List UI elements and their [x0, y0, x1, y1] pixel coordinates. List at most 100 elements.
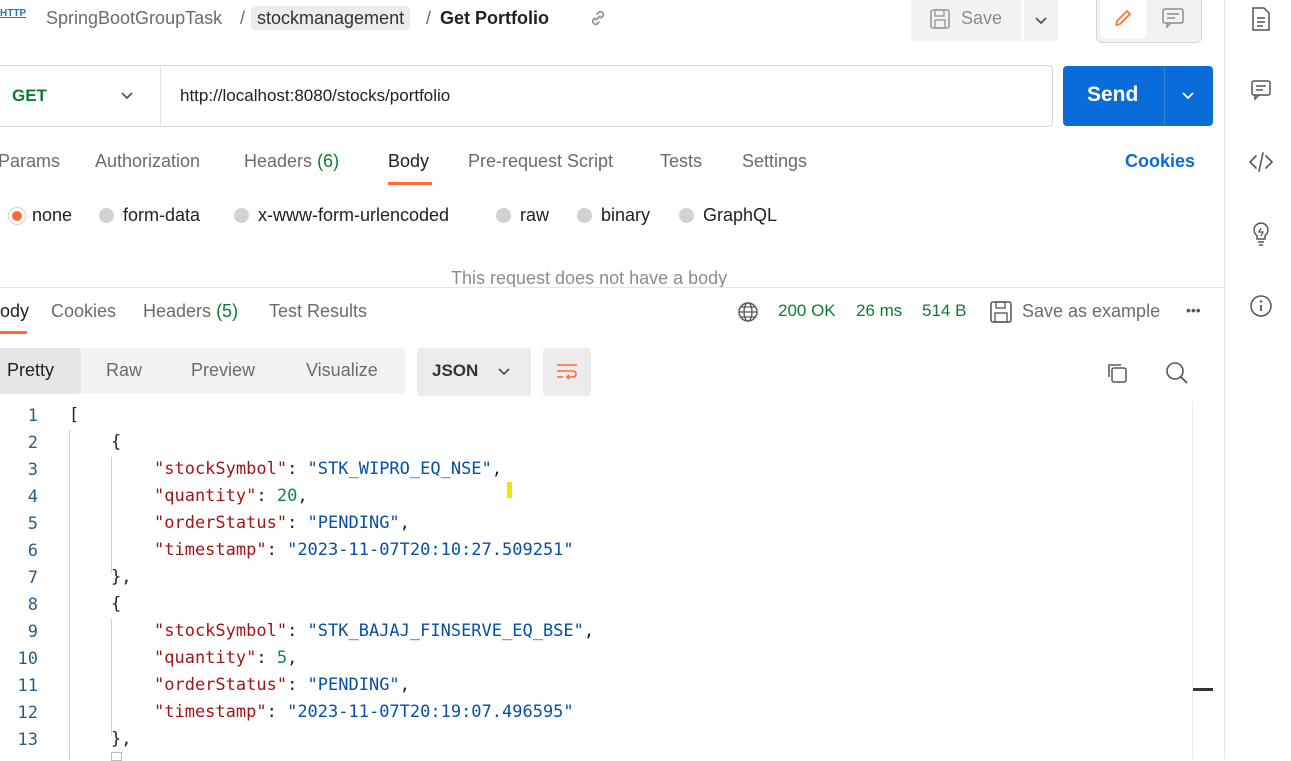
cookies-link[interactable]: Cookies: [1125, 151, 1195, 172]
json-colon: :: [266, 540, 288, 560]
view-pretty[interactable]: Pretty: [7, 360, 54, 381]
url-bar: [0, 65, 1053, 127]
radio-urlencoded[interactable]: [234, 208, 249, 223]
response-tab-headers[interactable]: Headers (5): [143, 301, 238, 322]
indent-guide: [69, 430, 70, 759]
json-comma: ,: [399, 675, 410, 695]
json-colon: :: [256, 648, 277, 668]
response-tab-test-results[interactable]: Test Results: [269, 301, 367, 322]
chevron-down-icon[interactable]: [119, 88, 135, 104]
response-tab-headers-label: Headers: [143, 301, 212, 321]
method-divider: [160, 66, 161, 126]
line-number: 6: [27, 541, 38, 561]
save-as-example-button[interactable]: Save as example: [1022, 301, 1160, 322]
json-colon: :: [287, 675, 308, 695]
url-input[interactable]: http://localhost:8080/stocks/portfolio: [180, 86, 450, 106]
json-comma: ,: [399, 513, 410, 533]
indent-guide: [111, 619, 112, 735]
comments-icon[interactable]: [1250, 79, 1272, 101]
send-label: Send: [1087, 83, 1139, 106]
line-number: 7: [27, 568, 38, 588]
view-preview[interactable]: Preview: [191, 360, 255, 381]
comment-mode-icon[interactable]: [1161, 7, 1185, 29]
globe-icon[interactable]: [737, 301, 759, 323]
line-number: 10: [17, 649, 38, 669]
line-number: 13: [17, 730, 38, 750]
code-line: {: [111, 432, 122, 452]
scrollbar-marker[interactable]: [1193, 688, 1213, 691]
line-number: 4: [27, 487, 38, 507]
line-number: 12: [17, 703, 38, 723]
request-title[interactable]: Get Portfolio: [440, 6, 549, 30]
lightbulb-icon[interactable]: [1249, 220, 1273, 248]
json-colon: :: [256, 486, 277, 506]
code-line: "quantity": 5,: [154, 648, 297, 668]
json-value: "STK_WIPRO_EQ_NSE": [307, 459, 492, 479]
save-options-button[interactable]: [1024, 0, 1058, 41]
http-request-icon: HTTP: [0, 8, 27, 19]
save-label: Save: [961, 8, 1003, 28]
radio-binary-label[interactable]: binary: [601, 205, 650, 226]
json-comma: ,: [297, 486, 308, 506]
radio-urlencoded-label[interactable]: x-www-form-urlencoded: [258, 205, 449, 226]
json-key: "quantity": [154, 486, 257, 506]
radio-none-label[interactable]: none: [32, 205, 72, 226]
json-value: "2023-11-07T20:10:27.509251": [287, 540, 574, 560]
code-line: "stockSymbol": "STK_BAJAJ_FINSERVE_EQ_BS…: [154, 621, 594, 641]
response-tab-headers-count: (5): [216, 301, 239, 321]
send-options-chevron-icon[interactable]: [1180, 88, 1196, 104]
tab-headers[interactable]: Headers (6): [244, 151, 339, 172]
text-cursor: [507, 482, 512, 498]
radio-graphql[interactable]: [679, 208, 694, 223]
json-value: "PENDING": [307, 513, 400, 533]
radio-raw-label[interactable]: raw: [520, 205, 549, 226]
tab-authorization[interactable]: Authorization: [95, 151, 200, 172]
copy-icon[interactable]: [1105, 361, 1129, 385]
fold-marker[interactable]: [111, 752, 122, 761]
radio-form-data-label[interactable]: form-data: [123, 205, 200, 226]
radio-none[interactable]: [8, 207, 26, 225]
tab-prerequest-script[interactable]: Pre-request Script: [468, 151, 613, 172]
save-button[interactable]: Save: [911, 0, 1021, 41]
json-key: "orderStatus": [154, 513, 288, 533]
json-value: 5: [276, 648, 288, 668]
chevron-down-icon: [496, 364, 512, 380]
tab-params[interactable]: Params: [0, 151, 60, 172]
tab-settings[interactable]: Settings: [742, 151, 807, 172]
radio-graphql-label[interactable]: GraphQL: [703, 205, 777, 226]
wrap-lines-button[interactable]: [543, 348, 591, 396]
line-number: 2: [27, 433, 38, 453]
pane-divider[interactable]: [0, 287, 1224, 288]
line-number: 8: [27, 595, 38, 615]
json-colon: :: [287, 459, 308, 479]
response-size[interactable]: 514 B: [922, 301, 966, 321]
link-icon[interactable]: [588, 8, 608, 28]
method-select[interactable]: GET: [12, 86, 47, 106]
radio-binary[interactable]: [577, 208, 592, 223]
empty-body-message: This request does not have a body: [451, 268, 728, 288]
view-visualize[interactable]: Visualize: [306, 360, 378, 381]
response-tab-body[interactable]: ody: [0, 301, 29, 322]
json-key: "quantity": [154, 648, 257, 668]
status-code[interactable]: 200 OK: [778, 301, 836, 321]
radio-form-data[interactable]: [99, 208, 114, 223]
search-icon[interactable]: [1165, 361, 1189, 385]
breadcrumb-collection[interactable]: stockmanagement: [251, 6, 411, 30]
tab-body[interactable]: Body: [388, 151, 429, 172]
scrollbar[interactable]: [1192, 402, 1214, 759]
view-raw[interactable]: Raw: [106, 360, 142, 381]
right-context-bar: [1224, 0, 1291, 759]
edit-mode-button[interactable]: [1100, 0, 1146, 38]
more-options-icon[interactable]: •••: [1186, 302, 1201, 318]
info-icon[interactable]: [1249, 294, 1273, 318]
breadcrumb-workspace[interactable]: SpringBootGroupTask: [46, 6, 222, 30]
code-line: "timestamp": "2023-11-07T20:19:07.496595…: [154, 702, 574, 722]
response-time[interactable]: 26 ms: [856, 301, 902, 321]
response-tab-cookies[interactable]: Cookies: [51, 301, 116, 322]
radio-raw[interactable]: [496, 208, 511, 223]
pencil-icon: [1112, 7, 1134, 29]
documentation-icon[interactable]: [1250, 6, 1272, 32]
code-snippet-icon[interactable]: [1248, 150, 1274, 174]
code-line: "timestamp": "2023-11-07T20:10:27.509251…: [154, 540, 574, 560]
tab-tests[interactable]: Tests: [660, 151, 702, 172]
